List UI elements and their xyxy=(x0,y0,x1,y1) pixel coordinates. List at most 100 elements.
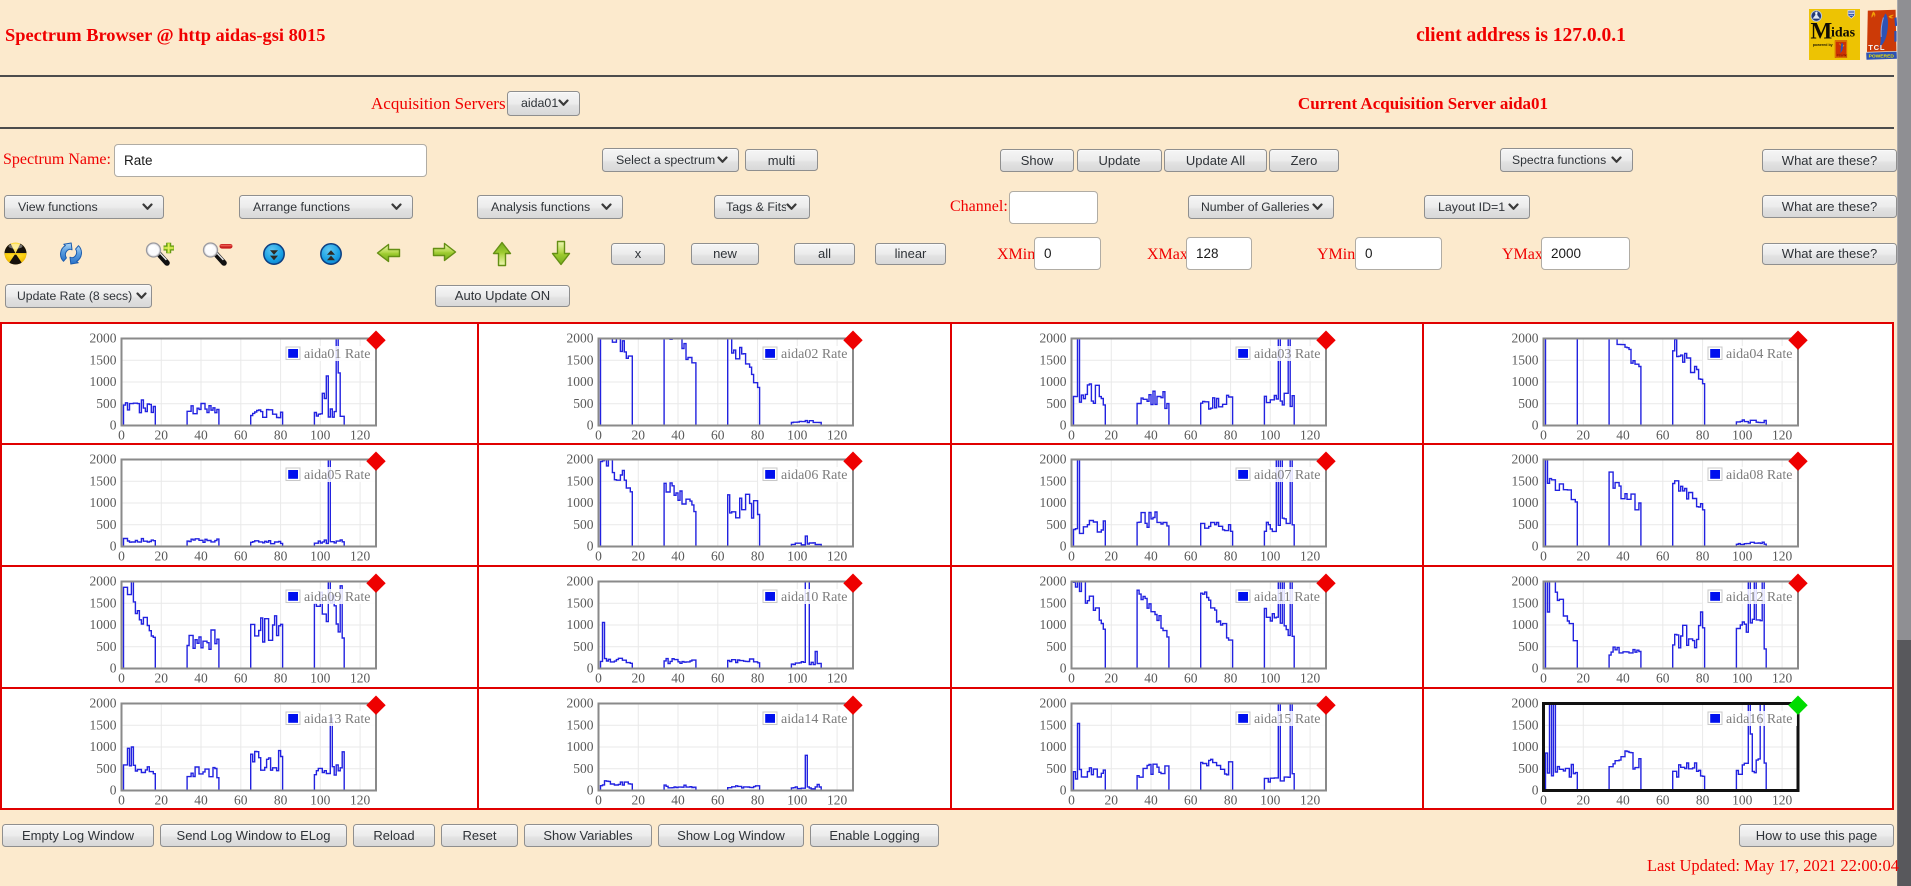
svg-text:0: 0 xyxy=(1060,783,1067,798)
svg-text:60: 60 xyxy=(711,548,725,563)
svg-text:80: 80 xyxy=(274,427,288,442)
svg-text:60: 60 xyxy=(234,670,248,685)
svg-text:120: 120 xyxy=(1300,427,1321,442)
svg-text:1500: 1500 xyxy=(1040,596,1067,611)
svg-text:0: 0 xyxy=(595,427,602,442)
svg-text:500: 500 xyxy=(96,396,117,411)
svg-text:1000: 1000 xyxy=(567,374,594,389)
svg-text:powered by: powered by xyxy=(1813,43,1833,47)
svg-text:80: 80 xyxy=(1696,792,1710,807)
svg-text:60: 60 xyxy=(1656,792,1670,807)
svg-text:100: 100 xyxy=(310,670,331,685)
svg-text:20: 20 xyxy=(632,427,646,442)
svg-text:40: 40 xyxy=(1616,670,1630,685)
svg-text:0: 0 xyxy=(587,783,594,798)
svg-text:40: 40 xyxy=(671,548,685,563)
svg-text:60: 60 xyxy=(1656,427,1670,442)
svg-text:0: 0 xyxy=(595,548,602,563)
svg-text:1500: 1500 xyxy=(1040,718,1067,733)
svg-text:100: 100 xyxy=(1732,548,1753,563)
svg-text:60: 60 xyxy=(1184,792,1198,807)
svg-text:500: 500 xyxy=(573,639,594,654)
svg-text:0: 0 xyxy=(1532,539,1539,554)
svg-text:60: 60 xyxy=(1184,548,1198,563)
svg-text:1500: 1500 xyxy=(567,474,594,489)
svg-text:0: 0 xyxy=(587,418,594,433)
svg-text:aida04 Rate: aida04 Rate xyxy=(1726,347,1792,362)
svg-text:1000: 1000 xyxy=(567,495,594,510)
svg-text:60: 60 xyxy=(1656,548,1670,563)
svg-text:500: 500 xyxy=(1518,517,1539,532)
svg-text:0: 0 xyxy=(110,661,117,676)
svg-text:80: 80 xyxy=(274,670,288,685)
svg-text:80: 80 xyxy=(1224,548,1238,563)
svg-text:80: 80 xyxy=(1224,792,1238,807)
svg-text:aida07 Rate: aida07 Rate xyxy=(1254,468,1320,483)
svg-text:120: 120 xyxy=(1772,548,1793,563)
svg-text:500: 500 xyxy=(573,517,594,532)
svg-text:aida12 Rate: aida12 Rate xyxy=(1726,590,1792,605)
svg-text:0: 0 xyxy=(1060,661,1067,676)
svg-text:2000: 2000 xyxy=(1040,452,1067,467)
svg-text:2000: 2000 xyxy=(90,331,117,346)
svg-text:20: 20 xyxy=(1577,427,1591,442)
svg-text:20: 20 xyxy=(1577,670,1591,685)
svg-text:2000: 2000 xyxy=(90,574,117,589)
svg-text:500: 500 xyxy=(573,396,594,411)
svg-text:1000: 1000 xyxy=(1040,495,1067,510)
svg-text:1000: 1000 xyxy=(567,617,594,632)
svg-text:60: 60 xyxy=(234,792,248,807)
svg-text:60: 60 xyxy=(1656,670,1670,685)
svg-text:1000: 1000 xyxy=(567,739,594,754)
svg-text:100: 100 xyxy=(787,792,808,807)
svg-text:2000: 2000 xyxy=(1512,331,1539,346)
svg-text:0: 0 xyxy=(587,661,594,676)
svg-text:0: 0 xyxy=(1068,427,1075,442)
svg-text:2000: 2000 xyxy=(567,574,594,589)
svg-text:1000: 1000 xyxy=(1512,374,1539,389)
svg-text:aida14 Rate: aida14 Rate xyxy=(781,712,847,727)
svg-text:POWERED: POWERED xyxy=(1869,54,1895,60)
svg-text:500: 500 xyxy=(96,761,117,776)
svg-text:60: 60 xyxy=(1184,427,1198,442)
svg-text:aida08 Rate: aida08 Rate xyxy=(1726,468,1792,483)
svg-text:40: 40 xyxy=(671,792,685,807)
svg-text:100: 100 xyxy=(1260,427,1281,442)
svg-text:100: 100 xyxy=(787,670,808,685)
svg-text:60: 60 xyxy=(1184,670,1198,685)
svg-text:120: 120 xyxy=(827,670,848,685)
svg-text:40: 40 xyxy=(671,427,685,442)
svg-text:120: 120 xyxy=(350,548,371,563)
svg-text:120: 120 xyxy=(1300,548,1321,563)
svg-text:80: 80 xyxy=(1224,427,1238,442)
svg-text:20: 20 xyxy=(1577,548,1591,563)
svg-text:500: 500 xyxy=(96,639,117,654)
svg-text:1500: 1500 xyxy=(1512,353,1539,368)
svg-text:120: 120 xyxy=(350,792,371,807)
svg-text:0: 0 xyxy=(110,418,117,433)
svg-text:120: 120 xyxy=(1772,670,1793,685)
svg-text:100: 100 xyxy=(1732,792,1753,807)
svg-text:500: 500 xyxy=(1518,396,1539,411)
svg-text:20: 20 xyxy=(155,548,169,563)
svg-text:40: 40 xyxy=(1144,427,1158,442)
svg-text:0: 0 xyxy=(118,670,125,685)
svg-text:2000: 2000 xyxy=(1512,452,1539,467)
svg-text:40: 40 xyxy=(194,548,208,563)
svg-text:80: 80 xyxy=(751,792,765,807)
svg-text:0: 0 xyxy=(110,539,117,554)
svg-text:1000: 1000 xyxy=(1040,374,1067,389)
svg-text:120: 120 xyxy=(350,427,371,442)
svg-text:20: 20 xyxy=(1105,427,1119,442)
svg-text:20: 20 xyxy=(632,670,646,685)
svg-text:2000: 2000 xyxy=(1040,574,1067,589)
svg-text:0: 0 xyxy=(595,792,602,807)
svg-text:80: 80 xyxy=(274,548,288,563)
svg-text:20: 20 xyxy=(1577,792,1591,807)
svg-text:120: 120 xyxy=(827,792,848,807)
svg-text:40: 40 xyxy=(1144,670,1158,685)
svg-text:500: 500 xyxy=(1046,517,1067,532)
svg-text:120: 120 xyxy=(1300,792,1321,807)
svg-text:0: 0 xyxy=(1068,548,1075,563)
svg-text:0: 0 xyxy=(1068,670,1075,685)
